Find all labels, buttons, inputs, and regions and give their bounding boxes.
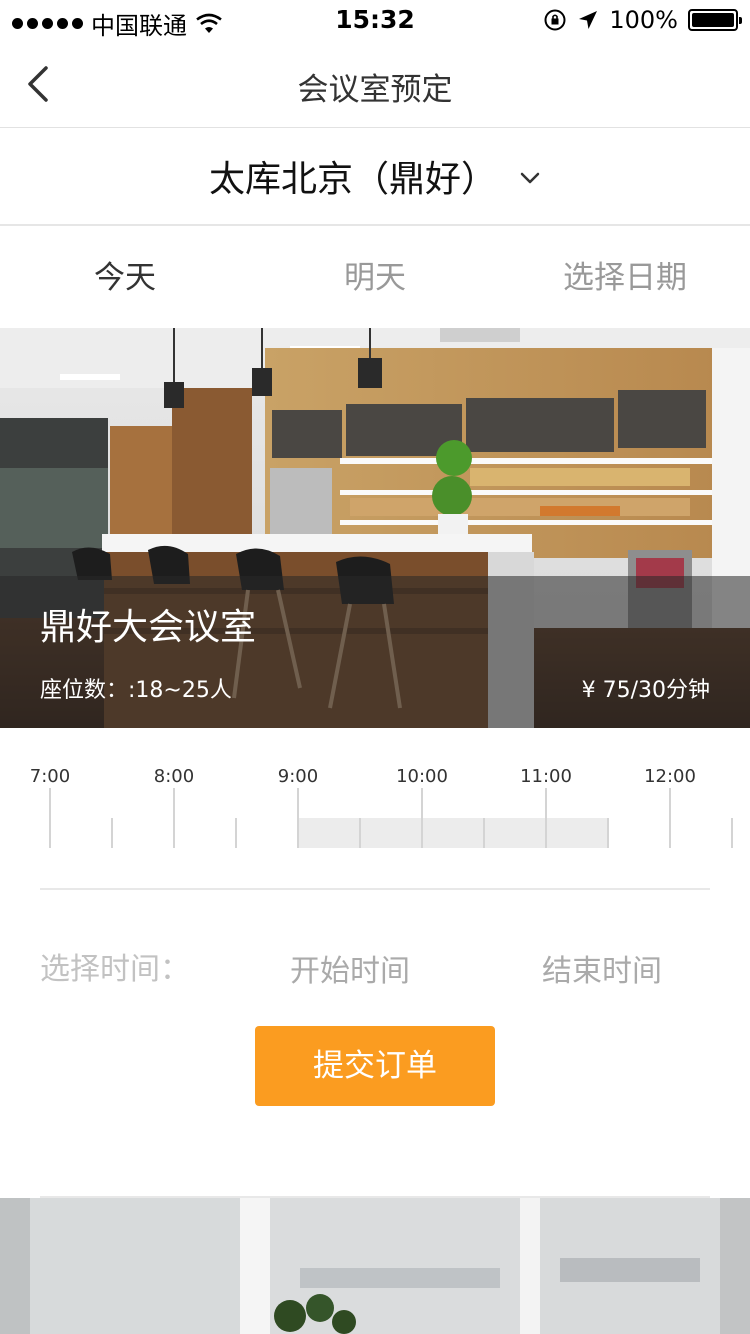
timeline-hour-label: 10:00 [396, 766, 448, 787]
room-price: ¥ 75/30分钟 [581, 678, 710, 703]
timeline-hour-tick [297, 788, 299, 848]
timeline-half-hour-tick [607, 818, 609, 848]
status-bar: 中国联通 15:32 100% [0, 0, 750, 40]
battery-icon [688, 9, 742, 31]
timeline-hour-label: 9:00 [277, 766, 319, 787]
timeline-hour-label: 12:00 [644, 766, 696, 787]
timeline-hour-tick [421, 788, 423, 848]
timeline-divider [40, 888, 710, 890]
room-card[interactable]: 鼎好大会议室 座位数：:18~25人 ¥ 75/30分钟 [0, 328, 750, 728]
end-time-picker[interactable]: 结束时间 [542, 946, 662, 990]
room-seats: 座位数：:18~25人 [40, 678, 232, 703]
page-title: 会议室预定 [297, 72, 453, 108]
timeline-half-hour-tick [359, 818, 361, 848]
tab-choose-date[interactable]: 选择日期 [500, 228, 750, 328]
room-photo-2 [0, 1198, 750, 1334]
time-select-label: 选择时间： [40, 952, 190, 987]
submit-order-button[interactable]: 提交订单 [255, 1026, 495, 1106]
timeline-hour-tick [669, 788, 671, 848]
date-tabs: 今天 明天 选择日期 [0, 228, 750, 328]
start-time-picker[interactable]: 开始时间 [290, 946, 410, 990]
tab-today[interactable]: 今天 [0, 228, 250, 328]
location-name: 太库北京（鼎好） [208, 159, 497, 200]
timeline-half-hour-tick [111, 818, 113, 848]
status-right: 100% [543, 6, 742, 34]
timeline-hour-tick [173, 788, 175, 848]
timeline-hour-tick [49, 788, 51, 848]
room-name: 鼎好大会议室 [40, 607, 257, 648]
booked-slot [298, 818, 608, 848]
timeline-hour-label: 8:00 [153, 766, 195, 787]
timeline-hour-label: 11:00 [520, 766, 572, 787]
location-arrow-icon [579, 11, 598, 29]
timeline-hour-label: 7:00 [29, 766, 71, 787]
rotation-lock-icon [544, 9, 566, 31]
nav-bar: 会议室预定 [0, 40, 750, 128]
chevron-down-icon [520, 172, 540, 184]
time-select-row: 选择时间： 开始时间 结束时间 [0, 930, 750, 1000]
timeline-hour-tick [545, 788, 547, 848]
timeline-half-hour-tick [483, 818, 485, 848]
location-selector[interactable]: 太库北京（鼎好） [0, 128, 750, 226]
room-card-2[interactable] [0, 1198, 750, 1334]
timeline-half-hour-tick [235, 818, 237, 848]
time-slot-timeline[interactable]: 7:00 8:00 9:00 10:00 11:00 12:00 [0, 728, 750, 890]
timeline-half-hour-tick [731, 818, 733, 848]
tab-tomorrow[interactable]: 明天 [250, 228, 500, 328]
battery-percent: 100% [609, 6, 678, 34]
